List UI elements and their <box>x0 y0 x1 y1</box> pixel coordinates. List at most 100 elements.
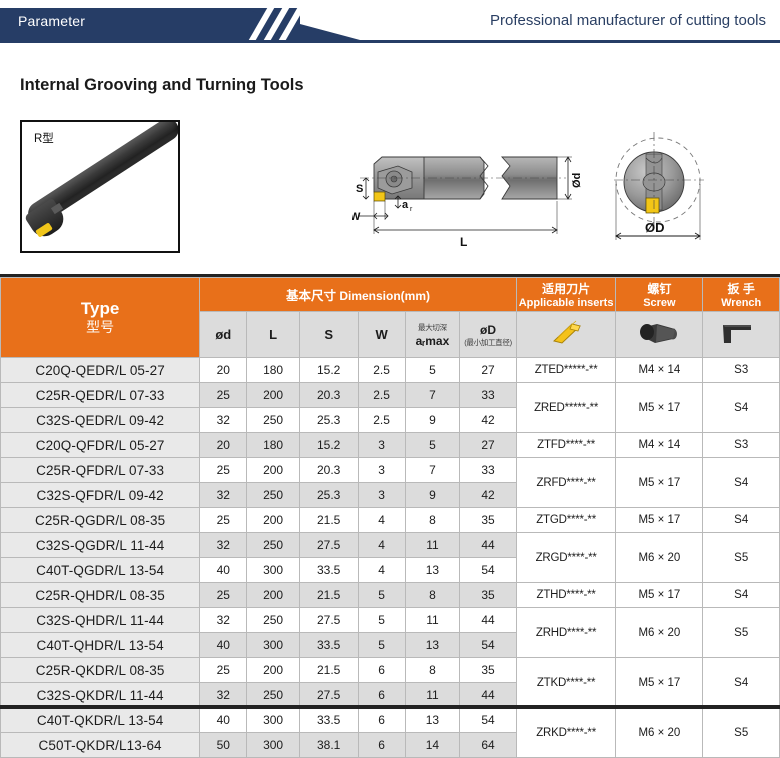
cell-D: 44 <box>459 607 517 633</box>
cell-D: 54 <box>459 632 517 658</box>
header-inserts: 适用刀片 Applicable inserts <box>515 277 617 312</box>
header-screw-en: Screw <box>643 297 676 309</box>
cell-wrench: S3 <box>702 432 780 458</box>
cell-d: 25 <box>199 582 248 608</box>
cell-ap: 14 <box>404 732 461 758</box>
subheader-D-symbol: øD <box>479 322 496 337</box>
cell-L: 200 <box>246 582 300 608</box>
cell-D: 33 <box>459 382 517 408</box>
cell-L: 200 <box>246 657 300 683</box>
cell-S: 20.3 <box>298 457 359 483</box>
cell-insert: ZTKD****-** <box>515 657 617 708</box>
cell-L: 300 <box>246 707 300 733</box>
cell-W: 4 <box>357 557 406 583</box>
cell-S: 25.3 <box>298 407 359 433</box>
cell-insert: ZRFD****-** <box>515 457 617 508</box>
cell-screw: M5 × 17 <box>615 507 704 533</box>
subheader-d: ød <box>199 311 248 358</box>
product-photo: R型 <box>20 120 180 253</box>
cell-screw: M5 × 17 <box>615 457 704 508</box>
banner-title: Parameter <box>18 13 86 29</box>
table-row: C32S-QGDR/L 11-44 32 250 27.5 4 11 44 ZRGD****-… <box>0 532 780 583</box>
header-dimension-cn: 基本尺寸 <box>285 289 336 303</box>
subheader-W: W <box>357 311 406 358</box>
cell-L: 200 <box>246 382 300 408</box>
cell-insert: ZRKD****-** <box>515 707 617 758</box>
cell-L: 250 <box>246 682 300 708</box>
photo-label-r-type: R型 <box>34 133 54 145</box>
cell-wrench: S4 <box>702 507 780 533</box>
cell-ap: 11 <box>404 682 461 708</box>
cell-ap: 7 <box>404 457 461 483</box>
cell-screw: M5 × 17 <box>615 582 704 608</box>
cell-W: 4 <box>357 532 406 558</box>
cell-wrench: S5 <box>702 707 780 758</box>
cell-type: C50T-QKDR/L13-64 <box>0 732 201 758</box>
cell-D: 44 <box>459 532 517 558</box>
cell-screw: M6 × 20 <box>615 707 704 758</box>
cell-D: 27 <box>459 432 517 458</box>
cell-d: 25 <box>199 507 248 533</box>
header-type: Type 型号 <box>0 277 201 358</box>
cell-d: 32 <box>199 407 248 433</box>
cell-S: 27.5 <box>298 607 359 633</box>
cell-d: 40 <box>199 632 248 658</box>
cell-L: 300 <box>246 632 300 658</box>
cell-ap: 11 <box>404 532 461 558</box>
cell-ap: 8 <box>404 507 461 533</box>
cell-S: 33.5 <box>298 707 359 733</box>
figure-area: R型 S W a r L Ød ØD <box>0 110 780 265</box>
cell-W: 3 <box>357 457 406 483</box>
cell-insert: ZRGD****-** <box>515 532 617 583</box>
cell-d: 25 <box>199 657 248 683</box>
header-type-en: Type <box>80 299 120 319</box>
cell-D: 35 <box>459 582 517 608</box>
cell-D: 64 <box>459 732 517 758</box>
cell-type: C32S-QKDR/L 11-44 <box>0 682 201 708</box>
cell-S: 38.1 <box>298 732 359 758</box>
table-row: C32S-QHDR/L 11-44 32 250 27.5 5 11 44 ZRHD****-… <box>0 607 780 658</box>
header-screw-cn: 螺钉 <box>647 282 672 296</box>
cell-ap: 7 <box>404 382 461 408</box>
cell-d: 20 <box>199 432 248 458</box>
banner-underline <box>0 40 780 43</box>
cell-type: C25R-QFDR/L 07-33 <box>0 457 201 483</box>
cell-ap: 9 <box>404 482 461 508</box>
cell-L: 250 <box>246 482 300 508</box>
cell-D: 42 <box>459 407 517 433</box>
cell-wrench: S5 <box>702 607 780 658</box>
subheader-ap: 最大切深 aᵣmax <box>404 311 461 358</box>
cell-L: 250 <box>246 607 300 633</box>
cell-D: 54 <box>459 557 517 583</box>
cell-L: 200 <box>246 507 300 533</box>
cell-insert: ZTED*****-** <box>515 357 617 383</box>
tool-side-view-diagram: S W a r L Ød <box>352 156 583 249</box>
cell-W: 2.5 <box>357 357 406 383</box>
cell-d: 20 <box>199 357 248 383</box>
table-row: C20Q-QFDR/L 05-27 20 180 15.2 3 5 27 ZTFD****-*… <box>0 432 780 458</box>
subheader-wrench-icon-cell <box>702 311 780 358</box>
cell-type: C25R-QKDR/L 08-35 <box>0 657 201 683</box>
cell-type: C20Q-QFDR/L 05-27 <box>0 432 201 458</box>
header-wrench: 扳 手 Wrench <box>702 277 780 312</box>
cell-screw: M5 × 17 <box>615 382 704 433</box>
table-row: C25R-QKDR/L 08-35 25 200 21.5 6 8 35 ZTKD****-*… <box>0 657 780 708</box>
table-row: C25R-QHDR/L 08-35 25 200 21.5 5 8 35 ZTHD****-*… <box>0 582 780 608</box>
cell-W: 4 <box>357 507 406 533</box>
cell-W: 6 <box>357 682 406 708</box>
subheader-D-note: (最小加工直径) <box>464 337 512 347</box>
specification-table: Type 型号 基本尺寸 Dimension(mm) 适用刀片 Applicab… <box>0 277 780 758</box>
subheader-L: L <box>246 311 300 358</box>
svg-text:ØD: ØD <box>645 220 665 235</box>
cell-type: C40T-QHDR/L 13-54 <box>0 632 201 658</box>
cell-wrench: S4 <box>702 657 780 708</box>
cell-type: C32S-QFDR/L 09-42 <box>0 482 201 508</box>
cell-type: C40T-QKDR/L 13-54 <box>0 707 201 733</box>
insert-icon <box>553 320 582 344</box>
cell-type: C25R-QHDR/L 08-35 <box>0 582 201 608</box>
svg-text:S: S <box>356 183 363 195</box>
header-screw: 螺钉 Screw <box>615 277 704 312</box>
cell-d: 32 <box>199 532 248 558</box>
cell-L: 180 <box>246 432 300 458</box>
header-inserts-cn: 适用刀片 <box>542 282 591 296</box>
